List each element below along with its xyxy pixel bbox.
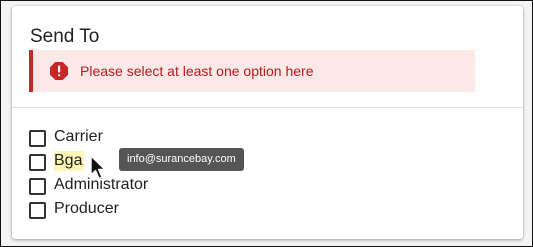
card-title: Send To <box>30 26 100 47</box>
bga-checkbox[interactable] <box>29 154 46 171</box>
error-alert: Please select at least one option here <box>29 50 475 92</box>
administrator-checkbox[interactable] <box>29 178 46 195</box>
carrier-label[interactable]: Carrier <box>54 127 103 147</box>
screenshot-frame: Send To Please select at least one optio… <box>0 0 533 247</box>
divider <box>12 107 523 108</box>
error-octagon-icon <box>50 62 68 80</box>
mouse-pointer-icon <box>90 155 106 180</box>
bga-label[interactable]: Bga <box>54 151 85 171</box>
alert-message: Please select at least one option here <box>80 63 314 79</box>
producer-checkbox[interactable] <box>29 202 46 219</box>
carrier-checkbox[interactable] <box>29 130 46 147</box>
producer-label[interactable]: Producer <box>54 199 119 219</box>
email-tooltip: info@surancebay.com <box>119 148 244 171</box>
send-to-card: Send To Please select at least one optio… <box>12 6 523 239</box>
